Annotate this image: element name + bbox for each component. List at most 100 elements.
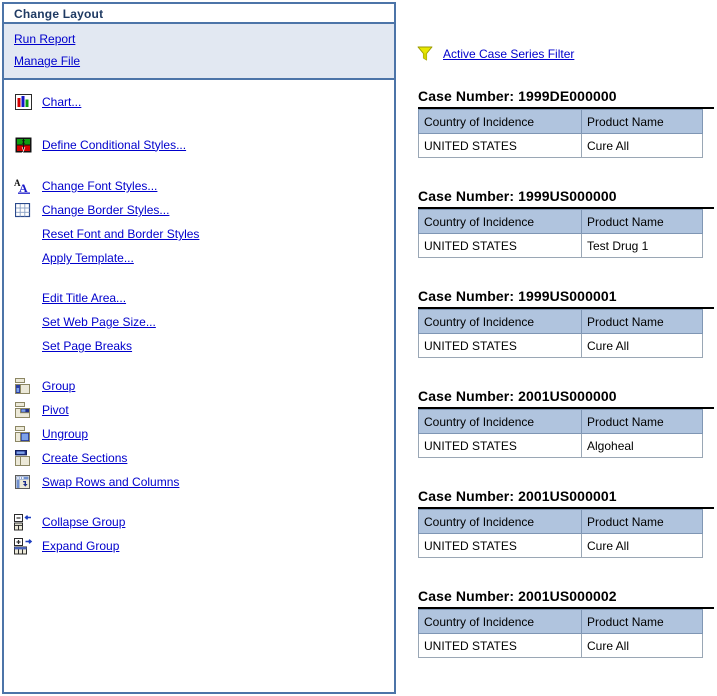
- case-title: Case Number: 2001US000000: [418, 388, 617, 404]
- change-font-styles-link[interactable]: Change Font Styles...: [42, 179, 157, 193]
- menu-item-group[interactable]: Group: [4, 374, 394, 398]
- border-styles-icon: [4, 202, 42, 218]
- cell-country: UNITED STATES: [418, 233, 582, 258]
- cell-country: UNITED STATES: [418, 333, 582, 358]
- apply-template-link[interactable]: Apply Template...: [42, 251, 134, 265]
- funnel-filter-icon-svg: [417, 46, 433, 61]
- expand-group-icon: [4, 537, 42, 555]
- cell-product: Cure All: [581, 333, 703, 358]
- case-block: Case Number: 1999DE000000 Country of Inc…: [418, 88, 714, 158]
- menu-item-define-conditional-styles[interactable]: x y Define Conditional Styles...: [4, 131, 394, 158]
- table-row: UNITED STATES Cure All: [418, 533, 703, 558]
- menu-item-reset-font-and-border-styles[interactable]: Reset Font and Border Styles: [4, 222, 394, 246]
- menu-item-edit-title-area[interactable]: Edit Title Area...: [4, 286, 394, 310]
- set-web-page-size-link[interactable]: Set Web Page Size...: [42, 315, 156, 329]
- column-header-country: Country of Incidence: [418, 109, 582, 134]
- expand-group-icon-svg: [14, 537, 33, 554]
- table-row: UNITED STATES Algoheal: [418, 433, 703, 458]
- svg-text:y: y: [21, 146, 25, 153]
- column-header-product: Product Name: [581, 509, 703, 534]
- swap-rows-and-columns-link[interactable]: Swap Rows and Columns: [42, 475, 179, 489]
- menu-item-create-sections[interactable]: Create Sections: [4, 446, 394, 470]
- cell-product: Cure All: [581, 133, 703, 158]
- collapse-group-icon: [4, 513, 42, 531]
- table-header-row: Country of Incidence Product Name: [418, 209, 703, 234]
- font-styles-icon-svg: A A: [14, 178, 30, 194]
- chart-icon: [4, 93, 42, 110]
- case-table: Country of Incidence Product Name UNITED…: [418, 209, 703, 258]
- chart-link[interactable]: Chart...: [42, 95, 81, 109]
- menu-item-set-page-breaks[interactable]: Set Page Breaks: [4, 334, 394, 358]
- menu-item-set-web-page-size[interactable]: Set Web Page Size...: [4, 310, 394, 334]
- case-table: Country of Incidence Product Name UNITED…: [418, 609, 703, 658]
- menu-item-apply-template[interactable]: Apply Template...: [4, 246, 394, 270]
- case-title: Case Number: 1999DE000000: [418, 88, 617, 104]
- table-row: UNITED STATES Test Drug 1: [418, 233, 703, 258]
- menu-item-ungroup[interactable]: Ungroup: [4, 422, 394, 446]
- column-header-country: Country of Incidence: [418, 209, 582, 234]
- menu-item-expand-group[interactable]: Expand Group: [4, 534, 394, 558]
- column-header-country: Country of Incidence: [418, 609, 582, 634]
- swap-rows-columns-icon: [4, 474, 42, 491]
- swap-rows-columns-icon-svg: [15, 474, 30, 489]
- run-report-link[interactable]: Run Report: [4, 32, 75, 46]
- group-separator: [4, 115, 394, 131]
- cell-country: UNITED STATES: [418, 433, 582, 458]
- column-header-product: Product Name: [581, 109, 703, 134]
- pivot-link[interactable]: Pivot: [42, 403, 69, 417]
- cell-product: Algoheal: [581, 433, 703, 458]
- quick-links-section: Run Report Manage File: [4, 24, 394, 80]
- case-block: Case Number: 1999US000000 Country of Inc…: [418, 188, 714, 258]
- reset-font-and-border-styles-link[interactable]: Reset Font and Border Styles: [42, 227, 199, 241]
- menu-item-change-border-styles[interactable]: Change Border Styles...: [4, 198, 394, 222]
- ungroup-icon: [4, 425, 42, 443]
- define-conditional-styles-link[interactable]: Define Conditional Styles...: [42, 138, 186, 152]
- panel-title: Change Layout: [4, 2, 394, 24]
- ungroup-link[interactable]: Ungroup: [42, 427, 88, 441]
- pivot-icon-svg: [15, 401, 30, 418]
- cell-country: UNITED STATES: [418, 133, 582, 158]
- table-header-row: Country of Incidence Product Name: [418, 609, 703, 634]
- change-layout-panel: Change Layout Run Report Manage File Cha…: [2, 2, 396, 694]
- cell-product: Cure All: [581, 633, 703, 658]
- create-sections-link[interactable]: Create Sections: [42, 451, 127, 465]
- case-table: Country of Incidence Product Name UNITED…: [418, 409, 703, 458]
- menu-item-chart[interactable]: Chart...: [4, 88, 394, 115]
- group-icon-svg: [15, 377, 30, 394]
- font-styles-icon: A A: [4, 178, 42, 194]
- menu-item-manage-file[interactable]: Manage File: [4, 50, 394, 72]
- menu-item-change-font-styles[interactable]: A A Change Font Styles...: [4, 174, 394, 198]
- set-page-breaks-link[interactable]: Set Page Breaks: [42, 339, 132, 353]
- table-row: UNITED STATES Cure All: [418, 133, 703, 158]
- menu-item-pivot[interactable]: Pivot: [4, 398, 394, 422]
- menu-item-collapse-group[interactable]: Collapse Group: [4, 510, 394, 534]
- menu-item-swap-rows-and-columns[interactable]: Swap Rows and Columns: [4, 470, 394, 494]
- border-styles-icon-svg: [15, 202, 31, 217]
- case-table: Country of Incidence Product Name UNITED…: [418, 109, 703, 158]
- layout-command-list: Chart... x y Define Conditional Styles..…: [4, 80, 394, 558]
- case-table: Country of Incidence Product Name UNITED…: [418, 509, 703, 558]
- table-row: UNITED STATES Cure All: [418, 333, 703, 358]
- table-header-row: Country of Incidence Product Name: [418, 109, 703, 134]
- manage-file-link[interactable]: Manage File: [4, 54, 80, 68]
- conditional-styles-icon: x y: [4, 137, 42, 153]
- active-case-series-filter[interactable]: Active Case Series Filter: [417, 46, 574, 62]
- collapse-group-icon-svg: [14, 513, 31, 530]
- group-separator: [4, 358, 394, 374]
- group-link[interactable]: Group: [42, 379, 75, 393]
- collapse-group-link[interactable]: Collapse Group: [42, 515, 125, 529]
- change-border-styles-link[interactable]: Change Border Styles...: [42, 203, 169, 217]
- case-block: Case Number: 2001US000000 Country of Inc…: [418, 388, 714, 458]
- expand-group-link[interactable]: Expand Group: [42, 539, 119, 553]
- group-icon: [4, 377, 42, 395]
- table-row: UNITED STATES Cure All: [418, 633, 703, 658]
- report-area: Active Case Series Filter Case Number: 1…: [405, 0, 717, 696]
- active-case-series-filter-link[interactable]: Active Case Series Filter: [443, 47, 574, 61]
- case-title: Case Number: 2001US000001: [418, 488, 617, 504]
- case-table: Country of Incidence Product Name UNITED…: [418, 309, 703, 358]
- menu-item-run-report[interactable]: Run Report: [4, 28, 394, 50]
- cell-product: Cure All: [581, 533, 703, 558]
- edit-title-area-link[interactable]: Edit Title Area...: [42, 291, 126, 305]
- group-separator: [4, 158, 394, 174]
- svg-text:A: A: [19, 181, 28, 194]
